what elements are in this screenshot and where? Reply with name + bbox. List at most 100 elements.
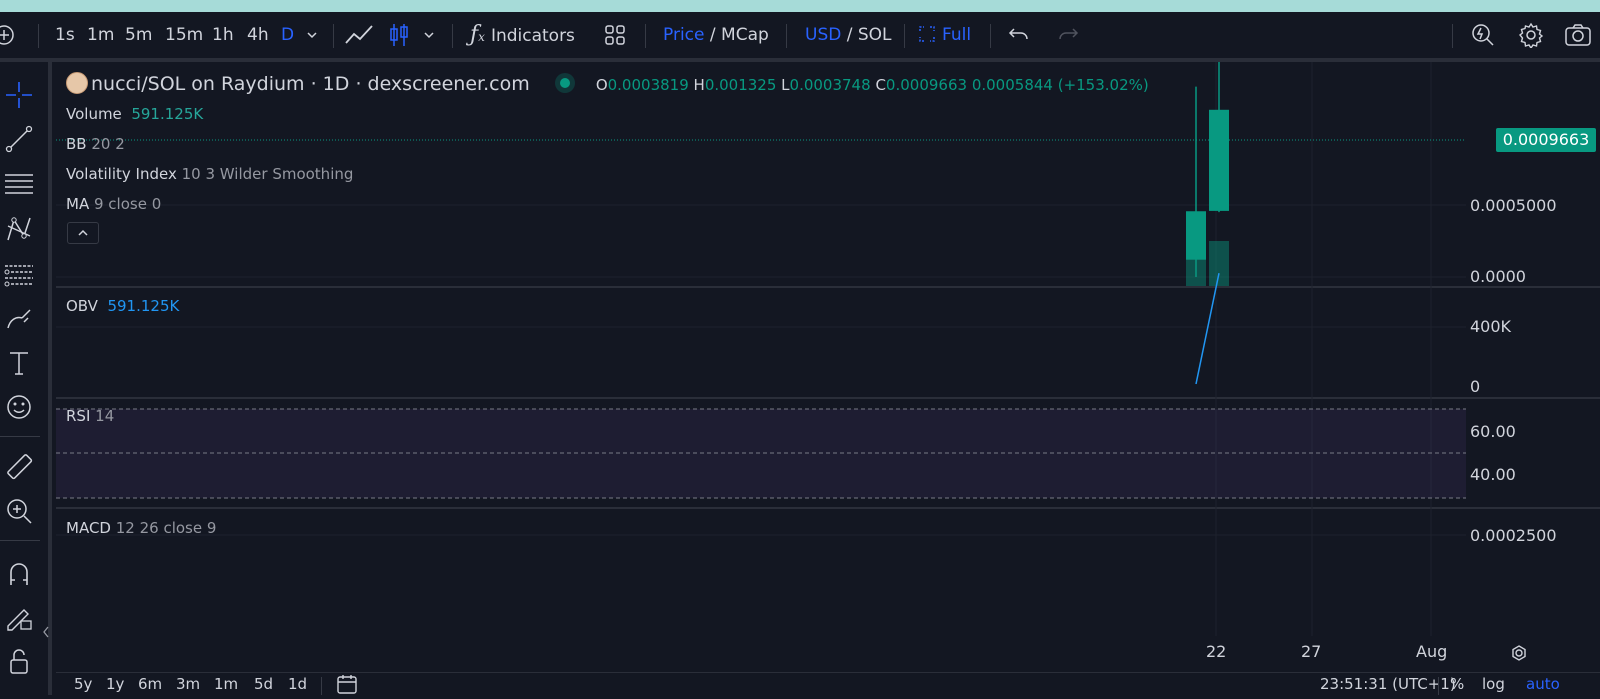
magnet-tool[interactable] xyxy=(2,556,36,590)
ohlc-low-key: L xyxy=(781,76,790,94)
obv-key: OBV xyxy=(66,297,98,315)
interval-d[interactable]: D xyxy=(281,12,294,58)
tool-separator xyxy=(0,540,40,541)
layout-button[interactable] xyxy=(604,12,630,58)
candles-button[interactable] xyxy=(388,12,412,58)
live-status-dot xyxy=(559,78,570,88)
price-option[interactable]: Price xyxy=(663,25,704,45)
add-symbol-button[interactable] xyxy=(0,12,22,58)
collapse-toolbar-button[interactable] xyxy=(40,622,52,642)
text-icon xyxy=(10,352,28,375)
obv-tick: 400K xyxy=(1470,317,1512,336)
percent-toggle[interactable]: % xyxy=(1450,675,1464,693)
obv-value: 591.125K xyxy=(107,297,180,315)
range-5y[interactable]: 5y xyxy=(74,675,92,693)
text-tool[interactable] xyxy=(2,346,36,380)
rsi-legend[interactable]: RSI 14 xyxy=(66,407,114,425)
symbol-title[interactable]: nucci/SOL on Raydium · 1D · dexscreener.… xyxy=(91,73,530,95)
interval-4h[interactable]: 4h xyxy=(247,12,269,58)
token-avatar[interactable] xyxy=(66,72,88,94)
interval-dropdown[interactable] xyxy=(305,12,323,58)
usd-option[interactable]: USD xyxy=(805,25,841,45)
quick-search-button[interactable] xyxy=(1470,12,1498,58)
interval-1s[interactable]: 1s xyxy=(55,12,75,58)
line-chart-button[interactable] xyxy=(344,12,376,58)
time-axis-settings-button[interactable] xyxy=(1508,642,1530,668)
screenshot-button[interactable] xyxy=(1564,12,1592,58)
range-5d[interactable]: 5d xyxy=(254,675,273,693)
interval-15m[interactable]: 15m xyxy=(165,12,203,58)
range-6m[interactable]: 6m xyxy=(138,675,162,693)
toolbar-separator xyxy=(333,24,334,48)
lock-drawings-tool[interactable] xyxy=(2,600,36,634)
chart-canvas[interactable] xyxy=(56,62,1600,636)
trend-line-tool[interactable] xyxy=(2,122,36,156)
ohlc-open-key: O xyxy=(595,76,608,94)
chart-type-dropdown[interactable] xyxy=(422,12,440,58)
bb-legend[interactable]: BB 20 2 xyxy=(66,135,125,153)
settings-button[interactable] xyxy=(1518,12,1546,58)
clock-time[interactable]: 23:51:31 (UTC+1) xyxy=(1320,675,1456,693)
bb-params: 20 2 xyxy=(91,135,125,153)
indicators-label: Indicators xyxy=(490,26,575,46)
pattern-tool[interactable] xyxy=(2,212,36,246)
vi-legend[interactable]: Volatility Index 10 3 Wilder Smoothing xyxy=(66,165,353,183)
horizontal-lines-tool[interactable] xyxy=(2,166,36,200)
range-1d[interactable]: 1d xyxy=(288,675,307,693)
brush-tool[interactable] xyxy=(2,302,36,336)
currency-toggle[interactable]: USD / SOL xyxy=(805,12,892,58)
interval-1m[interactable]: 1m xyxy=(87,12,114,58)
date-tick: Aug xyxy=(1416,642,1448,661)
rsi-tick: 60.00 xyxy=(1470,422,1516,441)
emoji-tool[interactable] xyxy=(2,390,36,424)
sol-option[interactable]: SOL xyxy=(858,25,892,45)
redo-button[interactable] xyxy=(1057,12,1081,58)
chart-area[interactable]: nucci/SOL on Raydium · 1D · dexscreener.… xyxy=(56,62,1600,670)
price-mcap-toggle[interactable]: Price / MCap xyxy=(663,12,769,58)
ohlc-close-key: C xyxy=(875,76,886,94)
volume-bar xyxy=(1209,241,1229,286)
ohlc-high-key: H xyxy=(693,76,705,94)
top-toolbar: 1s 1m 5m 15m 1h 4h D ƒx Indicators Price … xyxy=(0,12,1600,62)
macd-key: MACD xyxy=(66,519,111,537)
undo-button[interactable] xyxy=(1008,12,1032,58)
fib-tool[interactable] xyxy=(2,258,36,292)
toolbar-separator xyxy=(452,24,453,48)
toolbar-separator xyxy=(38,24,39,48)
volume-legend[interactable]: Volume 591.125K xyxy=(66,105,203,123)
unlock-tool[interactable] xyxy=(2,644,36,678)
toolbar-separator xyxy=(645,24,646,48)
interval-5m[interactable]: 5m xyxy=(125,12,152,58)
obv-legend[interactable]: OBV 591.125K xyxy=(66,297,179,315)
toolbar-separator xyxy=(990,24,991,48)
range-1y[interactable]: 1y xyxy=(106,675,124,693)
rsi-key: RSI xyxy=(66,407,91,425)
toolbar-separator xyxy=(786,24,787,48)
date-tick: 27 xyxy=(1301,642,1322,661)
interval-1h[interactable]: 1h xyxy=(212,12,234,58)
range-3m[interactable]: 3m xyxy=(176,675,200,693)
mcap-option[interactable]: MCap xyxy=(721,25,769,45)
ruler-tool[interactable] xyxy=(2,450,36,484)
goto-date-button[interactable] xyxy=(336,673,358,699)
crosshair-tool[interactable] xyxy=(2,78,36,112)
full-button[interactable]: Full xyxy=(918,12,971,58)
collapse-legend-button[interactable] xyxy=(67,222,99,244)
price-tick: 0.0000 xyxy=(1470,267,1526,286)
volume-value: 591.125K xyxy=(131,105,204,123)
ohlc-high-value: 0.001325 xyxy=(704,76,777,94)
auto-toggle[interactable]: auto xyxy=(1526,675,1560,693)
macd-legend[interactable]: MACD 12 26 close 9 xyxy=(66,519,216,537)
ma-legend[interactable]: MA 9 close 0 xyxy=(66,195,161,213)
horizontal-lines-icon xyxy=(5,174,33,194)
indicators-button[interactable]: ƒx Indicators xyxy=(470,12,575,58)
gear-icon xyxy=(1519,22,1544,50)
layout-grid-icon xyxy=(605,25,625,45)
full-label: Full xyxy=(942,25,972,45)
chevron-up-icon xyxy=(78,229,88,236)
time-axis[interactable]: 22 27 Aug xyxy=(56,636,1600,672)
range-1m[interactable]: 1m xyxy=(214,675,238,693)
redo-icon xyxy=(1059,28,1079,40)
log-toggle[interactable]: log xyxy=(1482,675,1505,693)
zoom-tool[interactable] xyxy=(2,494,36,528)
